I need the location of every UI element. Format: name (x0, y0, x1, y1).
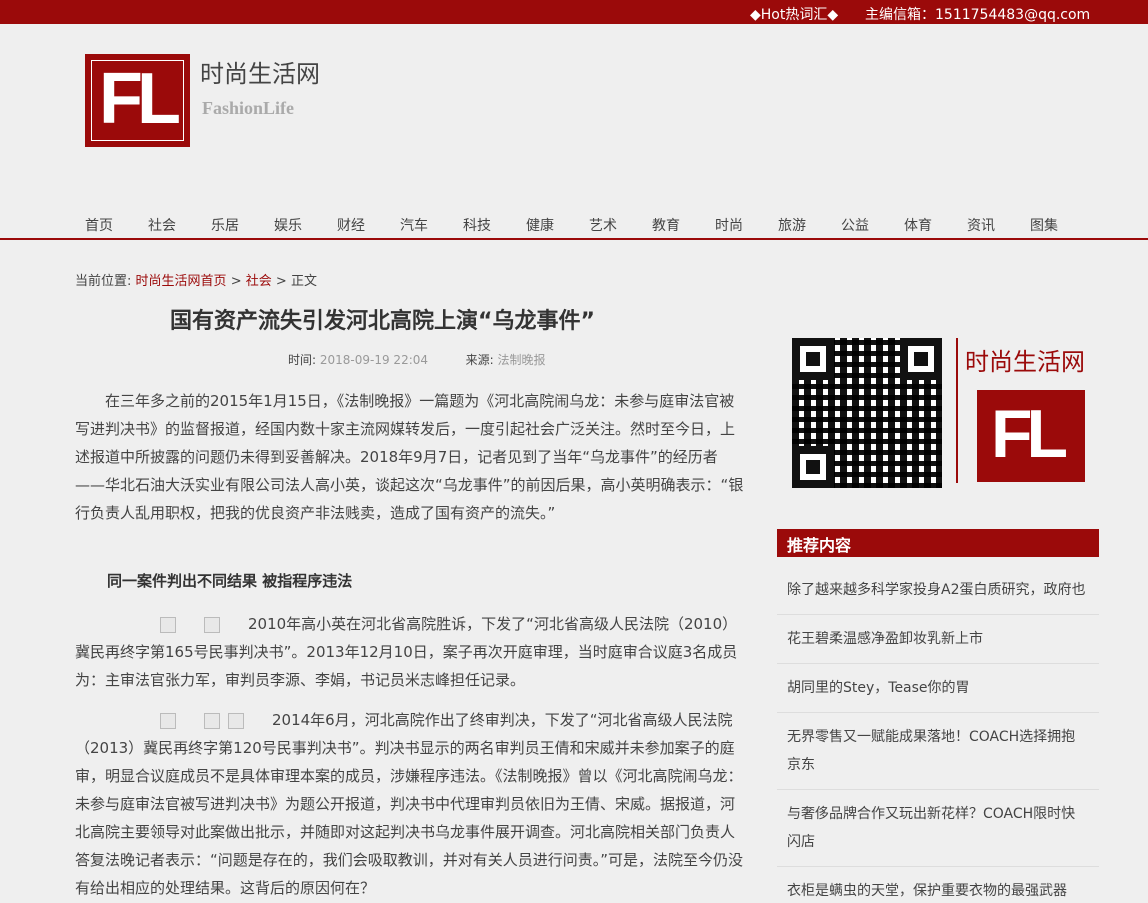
broken-image-icon (160, 616, 176, 633)
nav-item-fashion[interactable]: 时尚 (715, 215, 743, 235)
breadcrumb: 当前位置: 时尚生活网首页 > 社会 > 正文 (75, 270, 317, 289)
nav-item-travel[interactable]: 旅游 (778, 215, 806, 235)
site-name-en: FashionLife (202, 98, 295, 118)
nav-item-tech[interactable]: 科技 (463, 215, 491, 235)
article-source: 法制晚报 (497, 353, 546, 367)
recommended-item[interactable]: 无界零售又一赋能成果落地！COACH选择拥抱京东 (777, 722, 1099, 790)
recommended-item[interactable]: 与奢侈品牌合作又玩出新花样？COACH限时快闪店 (777, 799, 1099, 867)
qr-finder-pattern (792, 338, 834, 380)
sidebar-logo-letters: FL (991, 396, 1068, 472)
main-nav: 首页 社会 乐居 娱乐 财经 汽车 科技 健康 艺术 教育 时尚 旅游 公益 体… (0, 210, 1148, 240)
recommended-item-label[interactable]: 胡同里的Stey，Tease你的胃 (787, 680, 970, 696)
recommended-item-label[interactable]: 花王碧柔温感净盈卸妆乳新上市 (787, 631, 983, 647)
article-paragraph-1: 在三年多之前的2015年1月15日，《法制晚报》一篇题为《河北高院闹乌龙：未参与… (75, 392, 744, 522)
nav-item-charity[interactable]: 公益 (841, 215, 869, 235)
nav-item-sports[interactable]: 体育 (904, 215, 932, 235)
sidebar-divider (956, 338, 958, 483)
broken-image-icon (204, 616, 220, 633)
breadcrumb-current: 正文 (290, 274, 317, 289)
source-label: 来源: (465, 353, 494, 367)
nav-item-news[interactable]: 资讯 (967, 215, 995, 235)
nav-item-art[interactable]: 艺术 (589, 215, 617, 235)
hot-words-link[interactable]: ◆Hot热词汇◆ (750, 4, 838, 24)
sidebar-logo: FL (977, 390, 1085, 482)
nav-item-auto[interactable]: 汽车 (400, 215, 428, 235)
breadcrumb-home-link[interactable]: 时尚生活网首页 (136, 274, 227, 289)
breadcrumb-section-link[interactable]: 社会 (246, 274, 272, 289)
nav-item-education[interactable]: 教育 (652, 215, 680, 235)
editor-mailbox[interactable]: 主编信箱：1511754483@qq.com (865, 4, 1090, 24)
recommended-item-label[interactable]: 除了越来越多科学家投身A2蛋白质研究，政府也 (787, 582, 1085, 598)
nav-item-health[interactable]: 健康 (526, 215, 554, 235)
recommended-item-label[interactable]: 衣柜是螨虫的天堂，保护重要衣物的最强武器 (787, 883, 1067, 899)
breadcrumb-prefix: 当前位置: (75, 274, 132, 289)
recommended-item-label[interactable]: 与奢侈品牌合作又玩出新花样？COACH限时快闪店 (787, 806, 1075, 850)
sidebar-brand-name: 时尚生活网 (965, 348, 1085, 376)
recommended-item[interactable]: 衣柜是螨虫的天堂，保护重要衣物的最强武器 (777, 876, 1099, 903)
broken-image-icon (228, 712, 244, 729)
breadcrumb-separator: > (275, 274, 287, 289)
recommended-header: 推荐内容 (777, 529, 1099, 557)
broken-image-icon (204, 712, 220, 729)
article-paragraph-3-block: 2014年6月，河北高院作出了终审判决，下发了“河北省高级人民法院（2013）冀… (75, 706, 745, 902)
breadcrumb-separator: > (230, 274, 242, 289)
nav-item-home-living[interactable]: 乐居 (211, 215, 239, 235)
recommended-item[interactable]: 花王碧柔温感净盈卸妆乳新上市 (777, 624, 1099, 664)
site-name-cn[interactable]: 时尚生活网 (200, 54, 320, 89)
article-paragraph-2-block: 2010年高小英在河北省高院胜诉，下发了“河北省高级人民法院（2010）冀民再终… (75, 610, 745, 694)
article-title: 国有资产流失引发河北高院上演“乌龙事件” (170, 309, 595, 334)
broken-image-icon (160, 712, 176, 729)
nav-item-entertainment[interactable]: 娱乐 (274, 215, 302, 235)
nav-item-home[interactable]: 首页 (85, 215, 113, 235)
nav-item-gallery[interactable]: 图集 (1030, 215, 1058, 235)
article-paragraph-3: 2014年6月，河北高院作出了终审判决，下发了“河北省高级人民法院（2013）冀… (75, 711, 744, 897)
logo-letters: FL (99, 59, 181, 139)
nav-item-finance[interactable]: 财经 (337, 215, 365, 235)
recommended-item[interactable]: 除了越来越多科学家投身A2蛋白质研究，政府也 (777, 575, 1099, 615)
time-label: 时间: (288, 353, 317, 367)
qr-code (792, 338, 942, 488)
recommended-item-label[interactable]: 无界零售又一赋能成果落地！COACH选择拥抱京东 (787, 729, 1075, 773)
qr-finder-pattern (900, 338, 942, 380)
top-bar: ◆Hot热词汇◆ 主编信箱：1511754483@qq.com (0, 0, 1148, 24)
site-logo[interactable]: FL (85, 54, 190, 147)
article-meta: 时间: 2018-09-19 22:04 来源: 法制晚报 (288, 351, 546, 368)
publish-time: 2018-09-19 22:04 (319, 353, 429, 367)
nav-item-society[interactable]: 社会 (148, 215, 176, 235)
qr-finder-pattern (792, 446, 834, 488)
recommended-item[interactable]: 胡同里的Stey，Tease你的胃 (777, 673, 1099, 713)
article-subhead: 同一案件判出不同结果 被指程序违法 (107, 572, 353, 590)
